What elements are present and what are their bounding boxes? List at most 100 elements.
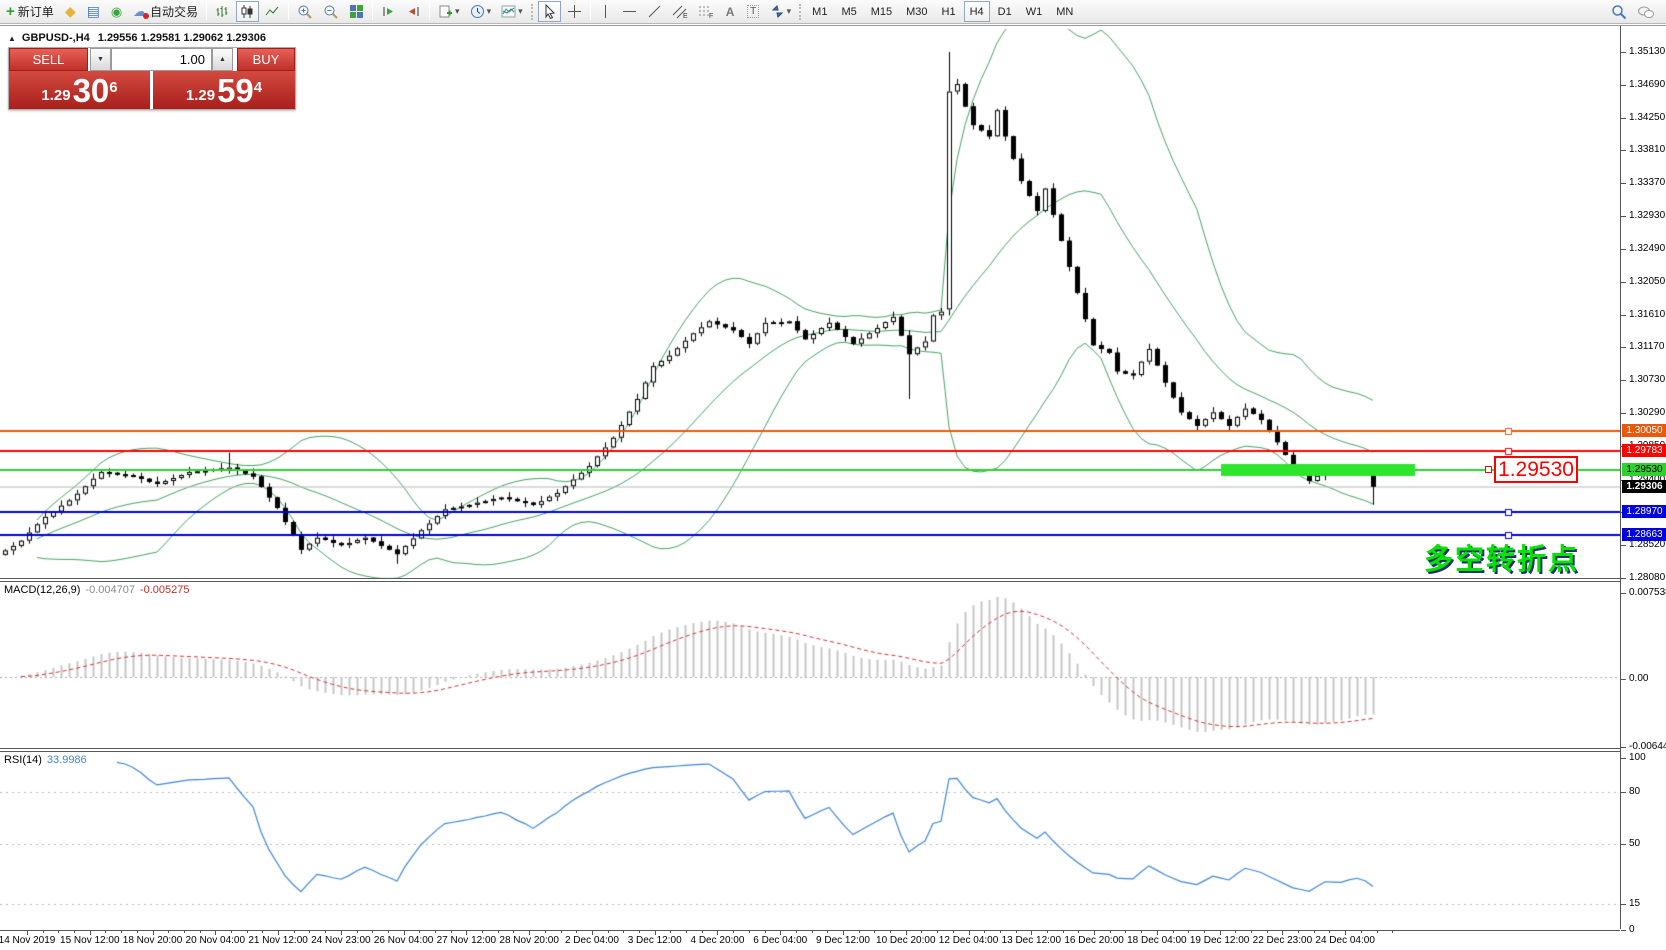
crosshair-button[interactable] [563, 1, 586, 22]
zoom-in-button[interactable] [293, 1, 317, 22]
buy-price-big: 59 [217, 76, 254, 106]
volume-decrease-button[interactable]: ▼ [90, 48, 111, 71]
top-toolbar: + 新订单 ◆ ▤ ◉ ☁ 自动交易 ▾ ▾ [0, 0, 1666, 24]
rsi-scale-tick [1621, 758, 1626, 759]
text-label-button[interactable]: T [743, 1, 764, 22]
time-tick [74, 931, 75, 933]
tf-m5[interactable]: M5 [835, 1, 862, 22]
price-tick-label: 1.30290 [1629, 407, 1665, 418]
trendline-button[interactable] [643, 1, 666, 22]
tf-mn[interactable]: MN [1050, 1, 1079, 22]
open-chart-button[interactable]: ▤ [83, 1, 104, 22]
tf-h1[interactable]: H1 [936, 1, 962, 22]
quotes-button[interactable]: ◉ [106, 1, 127, 22]
indicators-button[interactable]: ▾ [497, 1, 527, 22]
time-tick [513, 931, 514, 933]
panel-divider[interactable] [0, 578, 1620, 579]
tf-m15[interactable]: M15 [865, 1, 898, 22]
sell-price-big: 30 [73, 76, 110, 106]
tf-m30[interactable]: M30 [900, 1, 933, 22]
crosshair-icon [567, 4, 582, 19]
chinese-annotation[interactable]: 多空转折点 [1424, 536, 1579, 578]
price-tick [1621, 183, 1626, 184]
time-tick [58, 931, 59, 933]
time-tick [780, 931, 781, 935]
search-button[interactable] [1607, 2, 1631, 23]
time-tick [529, 931, 530, 935]
buy-price-display[interactable]: 1.29 59 4 [153, 71, 295, 109]
new-order-button[interactable]: + 新订单 [2, 1, 58, 22]
zoom-out-button[interactable] [319, 1, 343, 22]
time-tick [1173, 931, 1174, 933]
auto-scroll-button[interactable] [377, 1, 400, 22]
panel-divider [0, 581, 1620, 582]
templates-button[interactable]: ▾ [434, 1, 464, 22]
chat-button[interactable] [1633, 2, 1659, 23]
macd-scale-label: 0.007538 [1629, 587, 1666, 598]
candlestick-chart-button[interactable] [236, 1, 259, 22]
time-label: 24 Dec 04:00 [1300, 935, 1390, 946]
autotrading-button[interactable]: ☁ 自动交易 [129, 1, 202, 22]
line-chart-button[interactable] [261, 1, 284, 22]
rsi-scale-tick [1621, 930, 1626, 931]
time-tick [1267, 931, 1268, 933]
time-tick [890, 931, 891, 933]
ohlc-values: 1.29556 1.29581 1.29062 1.29306 [98, 32, 266, 44]
fibonacci-icon: F [698, 4, 714, 19]
time-tick [937, 931, 938, 933]
time-axis[interactable]: 14 Nov 201915 Nov 12:0018 Nov 20:0020 No… [0, 930, 1620, 950]
macd-label: MACD(12,26,9)-0.004707-0.005275 [4, 584, 190, 596]
time-tick [592, 931, 593, 935]
open-chart-icon: ▤ [87, 3, 100, 20]
time-tick [27, 931, 28, 935]
price-level-handle[interactable] [1485, 466, 1492, 473]
bar-chart-button[interactable] [211, 1, 234, 22]
price-tick [1621, 150, 1626, 151]
profiles-button[interactable]: ◆ [60, 1, 81, 22]
price-scale[interactable]: 1.351301.346901.342501.338101.333701.329… [1620, 26, 1666, 929]
text-label-icon: T [747, 5, 759, 18]
tile-windows-button[interactable] [345, 1, 368, 22]
new-order-icon: + [6, 3, 15, 20]
chart-shift-button[interactable] [402, 1, 425, 22]
time-tick [1188, 931, 1189, 933]
volume-input[interactable]: 1.00 [111, 48, 212, 71]
panel-divider[interactable] [0, 748, 1620, 749]
time-tick [796, 931, 797, 933]
vertical-line-button[interactable] [595, 1, 616, 22]
tf-h4[interactable]: H4 [964, 1, 990, 22]
price-tick-label: 1.34690 [1629, 79, 1665, 90]
chart-window: ▲GBPUSD-,H41.29556 1.29581 1.29062 1.293… [0, 25, 1666, 950]
price-line-label: 1.29783 [1622, 444, 1666, 457]
rsi-scale-label: 0 [1629, 924, 1635, 935]
periods-button[interactable]: ▾ [466, 1, 496, 22]
fibonacci-button[interactable]: F [694, 1, 718, 22]
horizontal-line-button[interactable] [618, 1, 641, 22]
equidistant-channel-button[interactable]: E [668, 1, 692, 22]
time-tick [1141, 931, 1142, 933]
arrows-button[interactable]: ▾ [766, 1, 796, 22]
buy-button[interactable]: BUY [237, 48, 295, 71]
volume-increase-button[interactable]: ▲ [212, 48, 233, 71]
price-line-label: 1.29530 [1622, 463, 1666, 476]
buy-price-small: 1.29 [186, 86, 215, 106]
time-tick [341, 931, 342, 935]
main-chart-canvas[interactable] [0, 29, 1620, 579]
tf-m1[interactable]: M1 [806, 1, 833, 22]
rsi-value: 33.9986 [47, 754, 87, 766]
sell-price-display[interactable]: 1.29 30 6 [9, 71, 150, 109]
search-icon [1611, 4, 1627, 20]
rsi-scale-label: 15 [1629, 898, 1640, 909]
autotrading-label: 自动交易 [150, 3, 198, 20]
price-level-text-box[interactable]: 1.29530 [1494, 456, 1578, 483]
cursor-button[interactable] [538, 1, 561, 22]
macd-panel-canvas[interactable] [0, 583, 1620, 748]
rsi-panel-canvas[interactable] [0, 752, 1620, 929]
tf-d1[interactable]: D1 [992, 1, 1018, 22]
rsi-label: RSI(14)33.9986 [4, 754, 87, 766]
collapse-icon[interactable]: ▲ [8, 34, 16, 43]
sell-button[interactable]: SELL [9, 48, 88, 71]
tf-w1[interactable]: W1 [1020, 1, 1049, 22]
time-tick [215, 931, 216, 935]
text-button[interactable]: A [720, 1, 741, 22]
